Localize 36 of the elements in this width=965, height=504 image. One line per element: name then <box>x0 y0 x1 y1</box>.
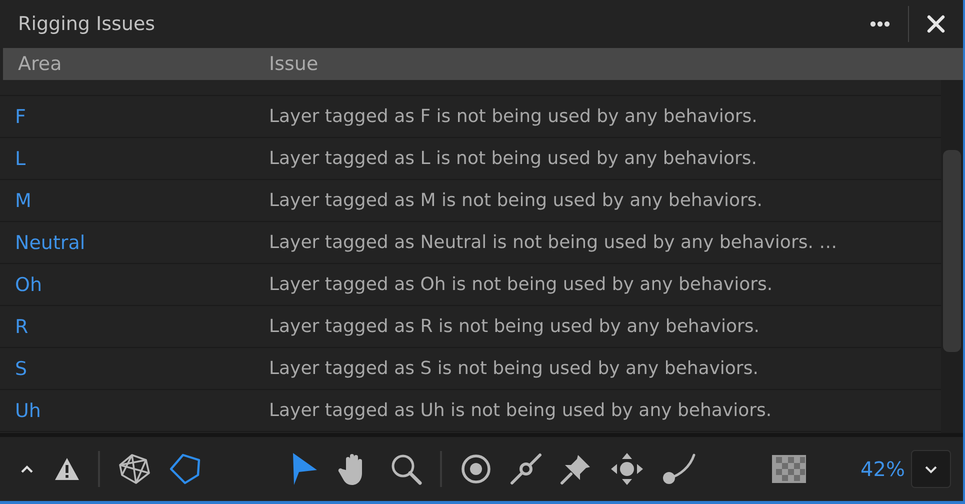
column-header[interactable]: Issue <box>269 53 963 75</box>
issue-text: Layer tagged as S is not being used by any behaviors. <box>269 358 760 379</box>
more-icon[interactable] <box>870 21 890 27</box>
warning-icon[interactable] <box>54 457 80 481</box>
issue-text: Layer tagged as R is not being used by any behaviors. <box>269 316 761 337</box>
panel-title: Rigging Issues <box>18 13 156 35</box>
area-link[interactable]: S <box>0 358 269 380</box>
issue-text: Layer tagged as L is not being used by any behaviors. <box>269 148 758 169</box>
area-link[interactable]: L <box>0 148 269 170</box>
zoom-level[interactable]: 42% <box>860 457 905 481</box>
column-header[interactable]: Area <box>3 53 269 75</box>
pointer-icon[interactable] <box>292 452 318 486</box>
search-icon[interactable] <box>390 453 422 485</box>
pin-icon[interactable] <box>560 453 592 485</box>
close-icon[interactable] <box>927 15 945 33</box>
curve-icon[interactable] <box>662 453 696 485</box>
area-link[interactable]: Oh <box>0 274 269 296</box>
target-icon[interactable] <box>460 453 492 485</box>
issue-text: Layer tagged as F is not being used by any behaviors. <box>269 106 758 127</box>
issue-text: Layer tagged as Uh is not being used by any behaviors. <box>269 400 773 421</box>
issue-text: Layer tagged as Neutral is not being used by any behaviors. … <box>269 232 838 253</box>
chevron-down-icon <box>924 464 938 474</box>
zoom-dropdown-button[interactable] <box>911 450 951 488</box>
area-link[interactable]: R <box>0 316 269 338</box>
mesh-icon[interactable] <box>118 453 152 485</box>
area-link[interactable]: F <box>0 106 269 128</box>
pentagon-icon[interactable] <box>168 453 202 485</box>
area-link[interactable]: Uh <box>0 400 269 422</box>
issue-text: Layer tagged as M is not being used by any behaviors. <box>269 190 764 211</box>
area-link[interactable]: Neutral <box>0 232 269 254</box>
scrollbar-thumb[interactable] <box>943 150 961 352</box>
move-icon[interactable] <box>610 452 644 486</box>
issue-text: Layer tagged as Oh is not being used by any behaviors. <box>269 274 774 295</box>
area-link[interactable]: M <box>0 190 269 212</box>
caret-up-icon[interactable] <box>20 464 34 474</box>
stick-icon[interactable] <box>510 453 542 485</box>
